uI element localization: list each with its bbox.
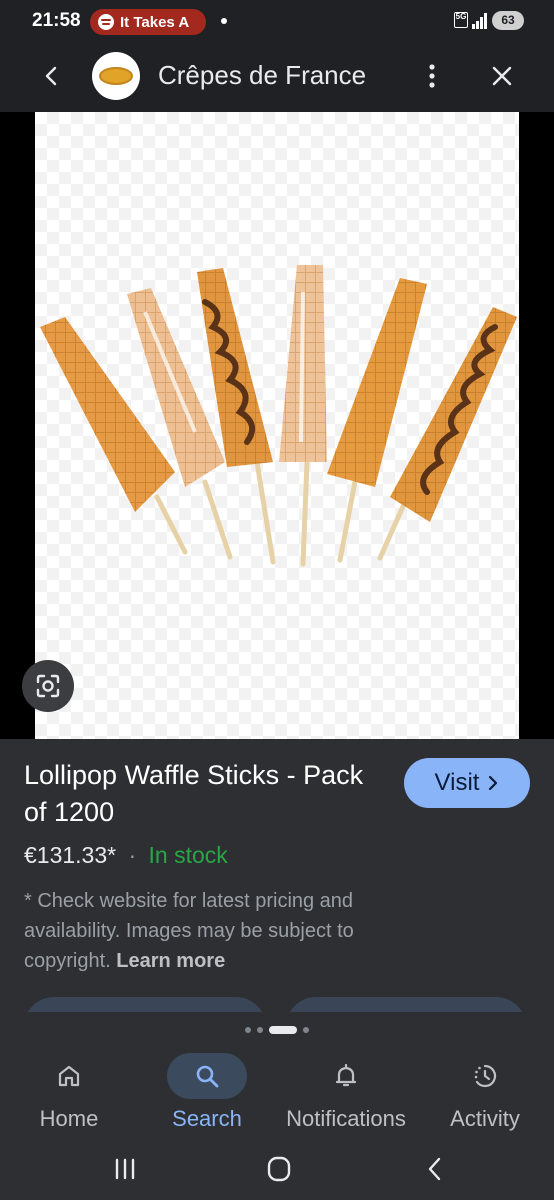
- chevron-right-icon: [489, 775, 498, 791]
- page-dot: [257, 1027, 263, 1033]
- nav-home-label: Home: [39, 1106, 99, 1131]
- notification-dot-icon: [221, 18, 227, 24]
- nav-activity[interactable]: Activity: [416, 1050, 554, 1140]
- back-arrow-icon[interactable]: [40, 64, 64, 88]
- crepe-logo-icon: [99, 67, 133, 85]
- site-title: Crêpes de France: [158, 60, 367, 90]
- bell-icon: [335, 1063, 357, 1087]
- waffle-sticks-illustration: [40, 265, 517, 567]
- media-text: It Takes A: [120, 13, 190, 31]
- nav-notifications-icon-wrap: [306, 1053, 386, 1099]
- site-logo: [92, 52, 140, 100]
- disclaimer: * Check website for latest pricing and a…: [24, 886, 414, 976]
- stock-status: In stock: [148, 842, 228, 868]
- price: €131.33*: [24, 842, 117, 868]
- battery-icon: 63: [492, 11, 524, 30]
- system-back-icon[interactable]: [418, 1154, 452, 1184]
- spotify-icon: [98, 14, 114, 30]
- google-lens-button[interactable]: [22, 660, 74, 712]
- nav-activity-icon-wrap: [445, 1053, 525, 1099]
- media-chip[interactable]: It Takes A: [90, 9, 206, 35]
- nav-home-icon-wrap: [29, 1053, 109, 1099]
- clock: 21:58: [32, 10, 81, 31]
- visit-label: Visit: [434, 769, 480, 796]
- visit-button[interactable]: Visit: [404, 758, 530, 808]
- nav-home[interactable]: Home: [0, 1050, 138, 1140]
- separator: ·: [128, 842, 137, 868]
- network-5g-icon: 5G: [454, 12, 468, 28]
- close-icon[interactable]: [490, 64, 514, 88]
- nav-activity-label: Activity: [450, 1106, 520, 1131]
- nav-notifications-label: Notifications: [286, 1106, 406, 1131]
- home-button-icon[interactable]: [262, 1154, 296, 1184]
- page-dot-active: [269, 1026, 297, 1034]
- carousel-indicator: [0, 1026, 554, 1034]
- home-icon: [58, 1065, 80, 1087]
- product-title: Lollipop Waffle Sticks - Pack of 1200: [24, 760, 364, 827]
- recent-apps-icon[interactable]: [108, 1154, 142, 1184]
- price-row: €131.33* · In stock: [24, 842, 228, 869]
- product-image[interactable]: [35, 112, 519, 739]
- nav-notifications[interactable]: Notifications: [277, 1050, 415, 1140]
- nav-search[interactable]: Search: [138, 1050, 276, 1140]
- nav-search-icon-wrap: [167, 1053, 247, 1099]
- system-nav-bar: [0, 1140, 554, 1200]
- bottom-nav: Home Search Notifications Activity: [0, 1050, 554, 1140]
- product-details: Lollipop Waffle Sticks - Pack of 1200 Vi…: [0, 739, 554, 1050]
- more-options-icon[interactable]: [420, 62, 444, 90]
- learn-more-link[interactable]: Learn more: [116, 950, 225, 972]
- search-icon: [196, 1065, 219, 1088]
- image-viewer: [0, 112, 554, 739]
- signal-icon: [472, 13, 488, 29]
- app-bar: Crêpes de France: [0, 40, 554, 112]
- status-bar: 21:58 It Takes A 5G 63: [0, 0, 554, 40]
- page-dot: [303, 1027, 309, 1033]
- activity-icon: [474, 1064, 497, 1088]
- page-dot: [245, 1027, 251, 1033]
- nav-search-label: Search: [172, 1106, 242, 1131]
- lens-icon: [36, 674, 60, 698]
